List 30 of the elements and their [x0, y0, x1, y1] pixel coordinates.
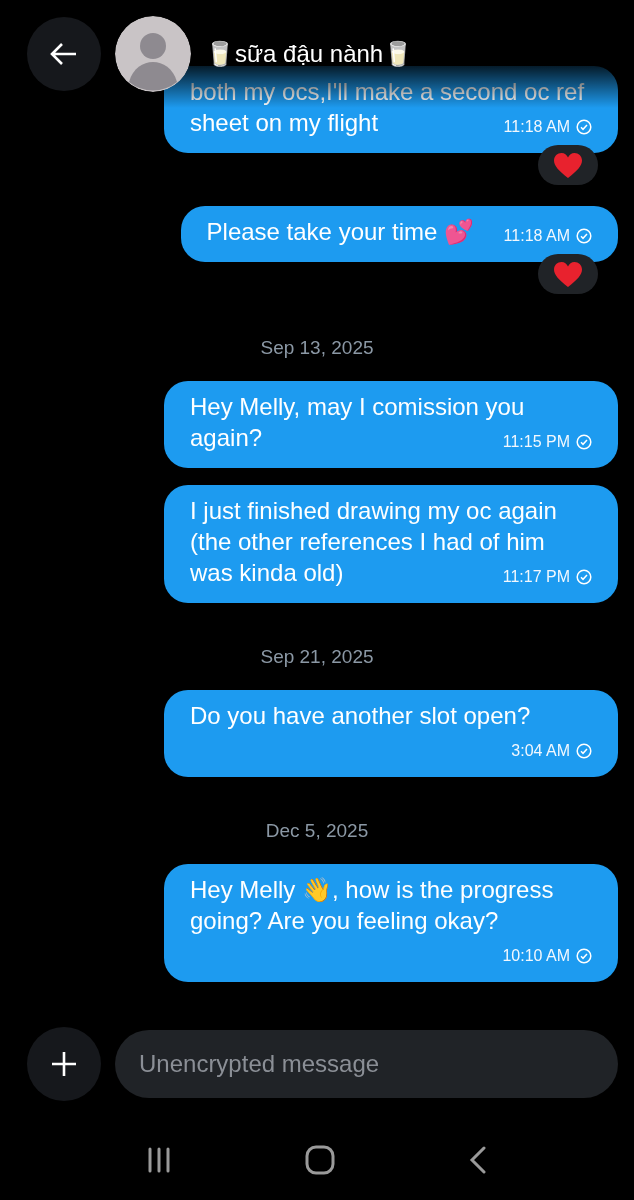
message-bubble: I just finished drawing my oc again (the other references I had of him was kinda old) 11:17 PM — [164, 485, 618, 603]
message-time: 11:18 AM — [503, 117, 570, 137]
message-time: 11:18 AM — [503, 226, 570, 246]
date-separator: Sep 21, 2025 — [260, 646, 374, 668]
sent-check-icon — [576, 743, 592, 759]
message-bubble: Do you have another slot open? 3:04 AM — [164, 690, 618, 777]
sent-check-icon — [576, 948, 592, 964]
sent-check-icon — [576, 228, 592, 244]
avatar[interactable] — [115, 16, 191, 92]
message-bubble: Hey Melly 👋, how is the progress going? Are you feeling okay? 10:10 AM — [164, 864, 618, 982]
message-time: 10:10 AM — [502, 946, 570, 966]
heart-reaction[interactable] — [538, 145, 598, 185]
message-bubble: Please take your time 💕 11:18 AM — [180, 206, 618, 262]
back-arrow-icon — [50, 42, 78, 66]
message-time: 11:15 PM — [502, 432, 570, 452]
sent-check-icon — [576, 569, 592, 585]
date-separator: Dec 5, 2025 — [265, 820, 369, 842]
heart-icon — [553, 151, 583, 179]
heart-reaction[interactable] — [538, 254, 598, 294]
chat-title: 🥛sữa đậu nành🥛 — [205, 40, 414, 68]
message-time: 3:04 AM — [511, 741, 570, 761]
message-bubble: Hey Melly, may I comission you again? 11:15 PM — [164, 381, 618, 468]
heart-icon — [553, 260, 583, 288]
message-time: 11:17 PM — [502, 567, 570, 587]
message-input[interactable]: Unencrypted message — [115, 1030, 618, 1098]
sent-check-icon — [576, 434, 592, 450]
message-bubble: both my ocs,I'll make a second oc ref sheet on my flight 11:18 AM — [164, 66, 618, 153]
sent-check-icon — [576, 119, 592, 135]
plus-icon — [51, 1051, 77, 1077]
date-separator: Sep 13, 2025 — [260, 337, 374, 359]
